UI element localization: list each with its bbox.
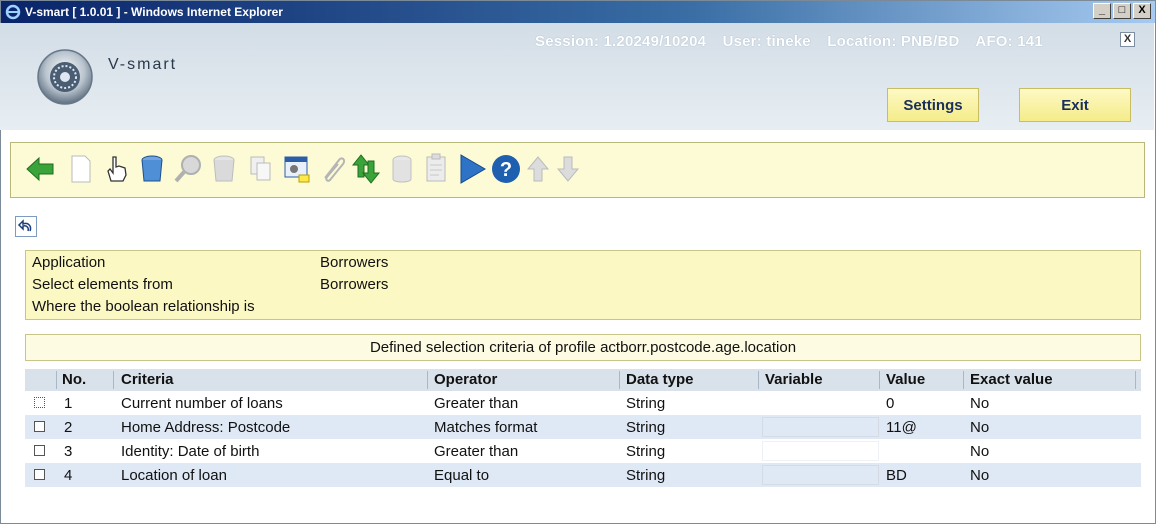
vsmart-logo-icon xyxy=(37,49,93,105)
properties-icon[interactable] xyxy=(279,151,313,187)
location: Location: PNB/BD xyxy=(827,33,960,50)
cell-operator: Greater than xyxy=(434,443,519,460)
undo-icon xyxy=(17,219,32,232)
application-value: Borrowers xyxy=(320,254,389,271)
clipboard-icon xyxy=(426,153,446,182)
table-row[interactable]: 2 Home Address: Postcode Matches format … xyxy=(25,415,1141,439)
cell-value: BD xyxy=(886,467,907,484)
profile-info-panel: Application Borrowers Select elements fr… xyxy=(25,250,1141,320)
toolbar: ? xyxy=(10,142,1145,198)
select-elements-label: Select elements from xyxy=(32,276,173,293)
application-label: Application xyxy=(32,254,106,271)
exit-button[interactable]: Exit xyxy=(1019,88,1131,122)
maximize-button[interactable]: □ xyxy=(1113,3,1131,19)
col-criteria[interactable]: Criteria xyxy=(121,371,174,388)
down-arrow-icon xyxy=(556,156,580,182)
cell-exact-value: No xyxy=(970,467,990,484)
title-bar: V-smart [ 1.0.01 ] - Windows Internet Ex… xyxy=(1,1,1155,23)
cell-no: 3 xyxy=(64,443,73,460)
minimize-button[interactable]: _ xyxy=(1093,3,1111,19)
session-id: Session: 1.20249/10204 xyxy=(535,33,707,50)
cell-data-type: String xyxy=(626,419,666,436)
sort-arrows-icon[interactable] xyxy=(349,151,383,187)
cell-criteria: Current number of loans xyxy=(121,395,283,412)
back-arrow-icon[interactable] xyxy=(23,151,57,187)
row-checkbox[interactable] xyxy=(34,445,45,456)
table-header: No. Criteria Operator Data type Variable… xyxy=(25,369,1141,391)
cell-value: 0 xyxy=(886,395,895,412)
attach-icon xyxy=(324,157,346,182)
database-icon xyxy=(392,155,412,183)
cell-value: 11@ xyxy=(886,419,917,436)
close-session-button[interactable]: X xyxy=(1120,32,1135,47)
afo-number: AFO: 141 xyxy=(975,33,1043,50)
cell-exact-value: No xyxy=(970,419,990,436)
boolean-relationship-label: Where the boolean relationship is xyxy=(32,298,255,315)
delete-gray-icon xyxy=(213,155,235,182)
svg-text:?: ? xyxy=(500,159,512,181)
cell-no: 1 xyxy=(64,395,73,412)
select-hand-icon[interactable] xyxy=(99,151,133,187)
cell-criteria: Location of loan xyxy=(121,467,227,484)
col-variable[interactable]: Variable xyxy=(765,371,823,388)
cell-data-type: String xyxy=(626,443,666,460)
table-row[interactable]: 4 Location of loan Equal to String BD No xyxy=(25,463,1141,487)
criteria-table: No. Criteria Operator Data type Variable… xyxy=(25,369,1141,487)
col-data-type[interactable]: Data type xyxy=(626,371,694,388)
cell-no: 2 xyxy=(64,419,73,436)
row-checkbox[interactable] xyxy=(34,421,45,432)
criteria-caption: Defined selection criteria of profile ac… xyxy=(25,334,1141,361)
delete-bucket-icon[interactable] xyxy=(135,151,169,187)
select-elements-value: Borrowers xyxy=(320,276,389,293)
cell-operator: Greater than xyxy=(434,395,519,412)
cell-exact-value: No xyxy=(970,443,990,460)
cell-operator: Matches format xyxy=(434,419,538,436)
help-icon[interactable]: ? xyxy=(489,151,523,187)
col-no[interactable]: No. xyxy=(62,371,86,388)
copy-icon xyxy=(250,156,271,181)
close-window-button[interactable]: X xyxy=(1133,3,1151,19)
up-arrow-icon xyxy=(526,156,550,182)
cell-no: 4 xyxy=(64,467,73,484)
row-checkbox[interactable] xyxy=(34,469,45,480)
table-row[interactable]: 1 Current number of loans Greater than S… xyxy=(25,391,1141,415)
cell-criteria: Home Address: Postcode xyxy=(121,419,291,436)
col-value[interactable]: Value xyxy=(886,371,925,388)
app-header: V-smart Session: 1.20249/10204 User: tin… xyxy=(0,23,1154,130)
cell-data-type: String xyxy=(626,467,666,484)
play-icon[interactable] xyxy=(455,151,489,187)
session-info: Session: 1.20249/10204 User: tineke Loca… xyxy=(535,33,1055,50)
internet-explorer-icon xyxy=(5,4,21,20)
cell-criteria: Identity: Date of birth xyxy=(121,443,260,460)
undo-button[interactable] xyxy=(15,216,37,237)
brand-name: V-smart xyxy=(108,56,178,73)
new-document-icon[interactable] xyxy=(63,151,97,187)
cell-operator: Equal to xyxy=(434,467,490,484)
cell-exact-value: No xyxy=(970,395,990,412)
col-operator[interactable]: Operator xyxy=(434,371,497,388)
table-row[interactable]: 3 Identity: Date of birth Greater than S… xyxy=(25,439,1141,463)
user-name: User: tineke xyxy=(722,33,811,50)
col-exact-value[interactable]: Exact value xyxy=(970,371,1053,388)
cell-data-type: String xyxy=(626,395,666,412)
settings-button[interactable]: Settings xyxy=(887,88,979,122)
search-icon xyxy=(174,155,201,183)
window-title: V-smart [ 1.0.01 ] - Windows Internet Ex… xyxy=(25,5,283,19)
row-checkbox[interactable] xyxy=(34,397,45,408)
